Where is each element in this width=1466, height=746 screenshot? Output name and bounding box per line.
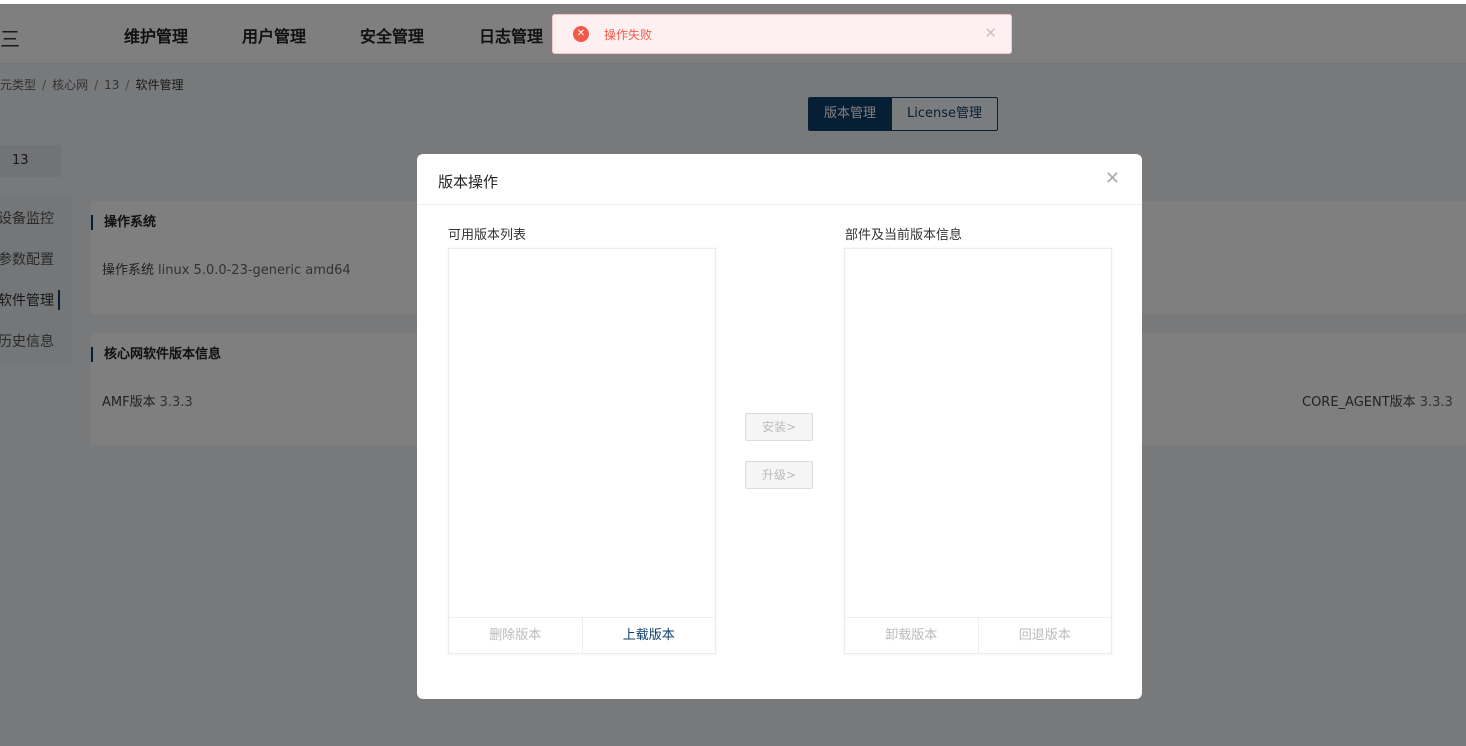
component-list-footer: 卸载版本 回退版本 — [845, 617, 1111, 653]
upgrade-button[interactable]: 升级> — [745, 461, 813, 489]
delete-version-button[interactable]: 删除版本 — [449, 618, 582, 653]
close-icon[interactable]: ✕ — [1105, 168, 1120, 189]
rollback-version-button[interactable]: 回退版本 — [977, 618, 1112, 653]
available-versions-label: 可用版本列表 — [448, 228, 527, 243]
component-versions-label: 部件及当前版本信息 — [845, 228, 963, 243]
upload-version-button[interactable]: 上载版本 — [581, 618, 716, 653]
error-toast: ✕ 操作失败 ✕ — [552, 14, 1012, 54]
dialog-title: 版本操作 — [438, 173, 499, 191]
available-list-footer: 删除版本 上载版本 — [449, 617, 715, 653]
toast-close-icon[interactable]: ✕ — [984, 24, 997, 42]
error-icon: ✕ — [573, 26, 589, 42]
dialog-header: 版本操作 ✕ — [417, 154, 1142, 205]
toast-message: 操作失败 — [604, 28, 653, 42]
component-versions-list[interactable]: 卸载版本 回退版本 — [844, 248, 1112, 654]
uninstall-version-button[interactable]: 卸载版本 — [845, 618, 978, 653]
top-strip — [0, 0, 1466, 4]
available-versions-list[interactable]: 删除版本 上载版本 — [448, 248, 716, 654]
install-button[interactable]: 安装> — [745, 413, 813, 441]
version-operation-dialog: 版本操作 ✕ 可用版本列表 删除版本 上载版本 安装> 升级> 部件及当前版本信… — [417, 154, 1142, 699]
